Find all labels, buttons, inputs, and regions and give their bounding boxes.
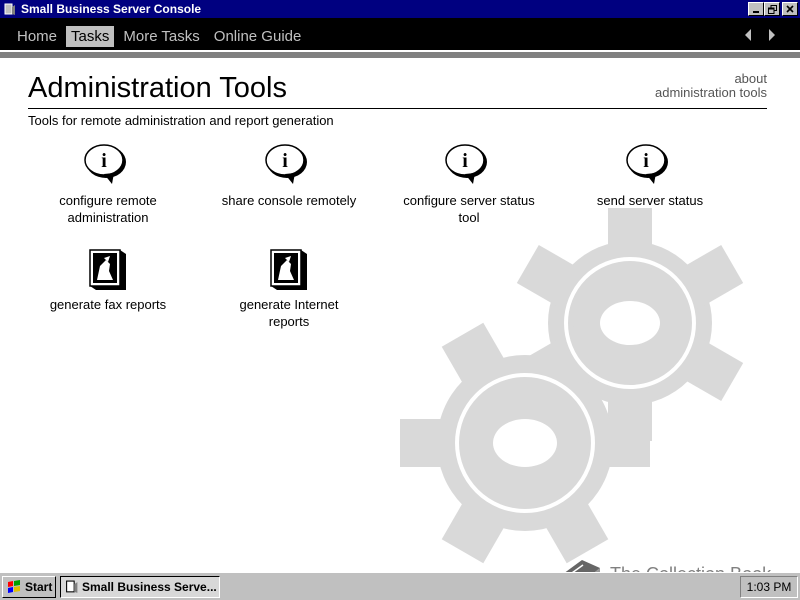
- wizard-icon: [270, 249, 307, 290]
- svg-text:i: i: [462, 150, 468, 172]
- task-label-line2: administration: [67, 210, 149, 225]
- about-link-line1: about: [734, 71, 767, 86]
- forward-arrow-icon[interactable]: [764, 27, 780, 43]
- minimize-icon: [753, 11, 759, 13]
- server-console-icon[interactable]: [3, 2, 17, 16]
- task-label-line2: reports: [268, 314, 310, 329]
- console-nav-bar: Home Tasks More Tasks Online Guide: [0, 18, 800, 52]
- close-button[interactable]: [782, 2, 798, 16]
- main-content: Administration Tools about administratio…: [0, 58, 800, 572]
- title-divider: [28, 108, 767, 109]
- task-label-line1: configure remote: [59, 193, 157, 208]
- task-label-line1: generate fax reports: [49, 297, 167, 312]
- task-share-console-remotely[interactable]: i share console remotely: [209, 140, 369, 210]
- task-label-line1: configure server status: [403, 193, 535, 208]
- svg-text:i: i: [282, 150, 288, 172]
- window-title-bar[interactable]: Small Business Server Console: [0, 0, 800, 18]
- window-title: Small Business Server Console: [21, 2, 202, 16]
- server-console-icon: [66, 580, 78, 593]
- tab-online-guide[interactable]: Online Guide: [209, 26, 307, 47]
- info-icon: i: [626, 144, 668, 184]
- gears-watermark-icon: [400, 208, 744, 564]
- desktop: Small Business Server Console Home Tasks…: [0, 0, 800, 600]
- info-icon: i: [265, 144, 307, 184]
- back-arrow-icon[interactable]: [740, 27, 756, 43]
- page-subtitle: Tools for remote administration and repo…: [28, 113, 334, 128]
- tab-home[interactable]: Home: [12, 26, 62, 47]
- close-icon: [786, 5, 794, 13]
- task-configure-server-status-tool[interactable]: i configure server status tool: [389, 140, 549, 226]
- about-administration-tools-link[interactable]: about administration tools: [655, 72, 767, 100]
- restore-icon: [767, 4, 777, 14]
- taskbar-window-label: Small Business Serve...: [82, 580, 217, 594]
- task-label-line1: share console remotely: [221, 193, 357, 208]
- task-send-server-status[interactable]: i send server status: [570, 140, 730, 210]
- wizard-icon: [89, 249, 126, 290]
- taskbar-window-button[interactable]: Small Business Serve...: [60, 576, 220, 598]
- svg-text:i: i: [643, 150, 649, 172]
- task-configure-remote-administration[interactable]: i configure remote administration: [28, 140, 188, 226]
- restore-button[interactable]: [764, 2, 780, 16]
- tab-more-tasks[interactable]: More Tasks: [118, 26, 204, 47]
- taskbar: Start Small Business Serve... 1:03 PM: [0, 572, 800, 600]
- windows-logo-icon: [8, 580, 20, 593]
- start-button[interactable]: Start: [2, 576, 56, 598]
- task-generate-internet-reports[interactable]: generate Internet reports: [209, 244, 369, 330]
- task-generate-fax-reports[interactable]: generate fax reports: [28, 244, 188, 314]
- system-tray-clock[interactable]: 1:03 PM: [740, 576, 798, 598]
- task-label-line1: send server status: [596, 193, 704, 208]
- svg-text:i: i: [101, 150, 107, 172]
- task-label-line1: generate Internet: [239, 297, 339, 312]
- start-label: Start: [25, 580, 53, 594]
- page-title: Administration Tools: [28, 72, 287, 104]
- clock-text: 1:03 PM: [746, 580, 792, 594]
- tab-tasks[interactable]: Tasks: [66, 26, 115, 47]
- task-label-line2: tool: [458, 210, 480, 225]
- info-icon: i: [84, 144, 126, 184]
- info-icon: i: [445, 144, 487, 184]
- about-link-line2: administration tools: [655, 85, 767, 100]
- minimize-button[interactable]: [748, 2, 764, 16]
